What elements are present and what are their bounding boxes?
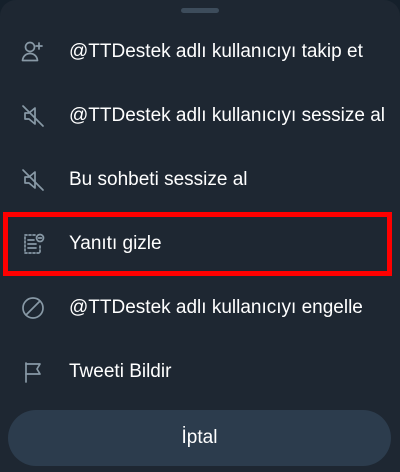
flag-icon: [19, 358, 47, 386]
mute-icon: [19, 102, 47, 130]
menu-item-label: Yanıtı gizle: [69, 233, 162, 254]
drag-handle[interactable]: [181, 8, 219, 13]
action-menu: @TTDestek adlı kullanıcıyı takip et @TTD…: [0, 20, 400, 404]
menu-item-report-tweet[interactable]: Tweeti Bildir: [0, 340, 400, 404]
menu-item-label: Tweeti Bildir: [69, 361, 172, 382]
mute-icon: [19, 166, 47, 194]
block-icon: [19, 294, 47, 322]
menu-item-label: @TTDestek adlı kullanıcıyı engelle: [69, 297, 363, 318]
menu-item-label: Bu sohbeti sessize al: [69, 169, 248, 190]
menu-item-mute-conversation[interactable]: Bu sohbeti sessize al: [0, 148, 400, 212]
add-user-icon: [19, 38, 47, 66]
action-sheet: @TTDestek adlı kullanıcıyı takip et @TTD…: [0, 0, 400, 472]
menu-item-mute-user[interactable]: @TTDestek adlı kullanıcıyı sessize al: [0, 84, 400, 148]
cancel-button[interactable]: İptal: [8, 410, 391, 466]
menu-item-block-user[interactable]: @TTDestek adlı kullanıcıyı engelle: [0, 276, 400, 340]
menu-item-label: @TTDestek adlı kullanıcıyı takip et: [69, 41, 363, 62]
menu-item-label: @TTDestek adlı kullanıcıyı sessize al: [69, 105, 386, 126]
menu-item-follow-user[interactable]: @TTDestek adlı kullanıcıyı takip et: [0, 20, 400, 84]
menu-item-hide-reply[interactable]: Yanıtı gizle: [3, 212, 392, 276]
hide-reply-icon: [19, 230, 47, 258]
